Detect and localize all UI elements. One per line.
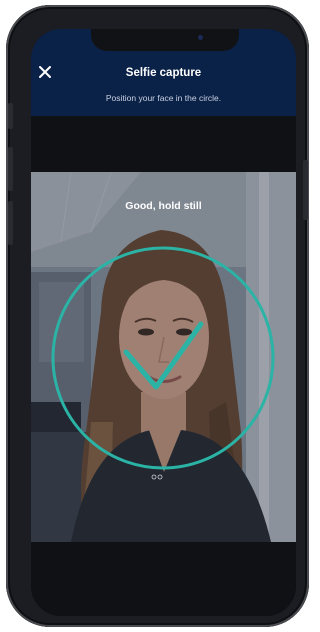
instruction-text: Position your face in the circle.: [105, 93, 222, 103]
screen: Selfie capture Position your face in the…: [31, 29, 296, 616]
phone-mute-switch: [8, 103, 13, 129]
camera-preview: Good, hold still: [31, 172, 296, 542]
camera-top-bar: [31, 116, 296, 172]
notch: [91, 29, 239, 51]
capture-feedback-text: Good, hold still: [125, 200, 202, 212]
camera-bottom-bar: [31, 542, 296, 616]
page-title: Selfie capture: [125, 67, 202, 79]
camera-scene: [31, 172, 296, 542]
phone-volume-down: [8, 201, 13, 245]
front-camera: [198, 35, 203, 40]
phone-frame: Selfie capture Position your face in the…: [6, 5, 309, 627]
phone-power-button: [303, 160, 308, 220]
phone-volume-up: [8, 147, 13, 191]
header: Selfie capture Position your face in the…: [31, 29, 296, 116]
